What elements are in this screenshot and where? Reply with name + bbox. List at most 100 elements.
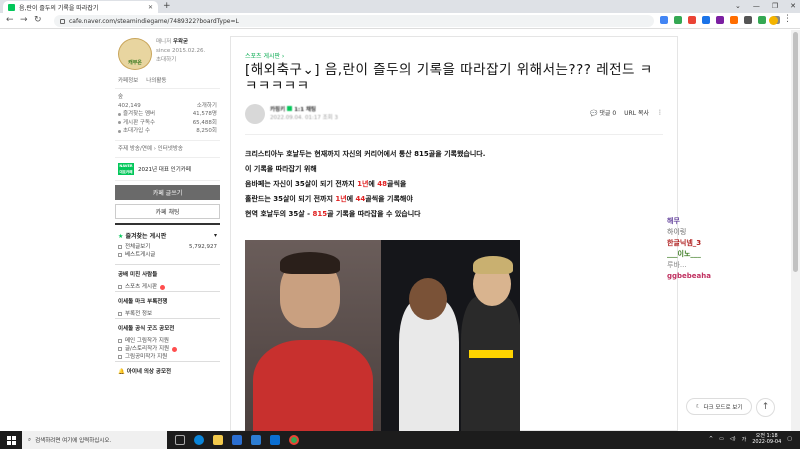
board-item[interactable]: 스포츠 게시판 — [115, 283, 220, 291]
extensions — [660, 16, 780, 24]
extension-icon[interactable] — [702, 16, 710, 24]
popular-cafe-badge: NAVER 대표카페 2021년 대표 인기카페 — [115, 158, 220, 181]
chevron-down-icon[interactable]: ▾ — [214, 232, 217, 239]
image-right-panel — [381, 240, 520, 431]
board-item[interactable]: 글/스토리작가 지원 — [115, 345, 220, 353]
board-icon — [118, 312, 122, 316]
mail-icon[interactable] — [270, 435, 280, 445]
my-points-label[interactable]: 소개하기 — [197, 102, 217, 111]
board-item[interactable]: 부록전 정보 — [115, 310, 220, 318]
image-shape — [461, 296, 520, 431]
cafe-logo[interactable]: 캐부온 — [118, 38, 152, 70]
extension-icon[interactable] — [716, 16, 724, 24]
my-activity-tab[interactable]: 나의활동 — [146, 76, 166, 84]
extension-icon[interactable] — [674, 16, 682, 24]
stat-value: 41,578명 — [192, 111, 217, 117]
writer-name[interactable]: 카핑키 — [270, 107, 285, 113]
chrome-icon[interactable] — [289, 435, 299, 445]
comment-button[interactable]: 💬 댓글 0 — [590, 108, 616, 117]
system-tray: ^ ▭ ◁) 가 오전 1:18 2022-09-04 ▢ — [709, 433, 792, 445]
profile-avatar[interactable] — [769, 16, 778, 25]
extension-icon[interactable] — [660, 16, 668, 24]
cafe-sidebar: 캐부온 매니저 우왁굳 since 2015.02.26. 초대하기 카페정보 … — [115, 36, 220, 380]
close-window-button[interactable]: ✕ — [790, 0, 796, 13]
article-container: 스포츠 게시판 › [해외축구⌄] 음,란이 즐두의 기록을 따라잡기 위해서는… — [230, 36, 678, 431]
board-item[interactable]: 전체글보기 5,792,927 — [115, 243, 220, 251]
url-copy-button[interactable]: URL 복사 — [624, 108, 649, 117]
forward-icon[interactable]: → — [20, 15, 28, 25]
cafe-info-tab[interactable]: 카페정보 — [118, 76, 138, 84]
url-bar[interactable]: cafe.naver.com/steamindiegame/7489322?bo… — [54, 15, 654, 27]
write-post-button[interactable]: 카페 글쓰기 — [115, 185, 220, 200]
chat-user: 하이링 — [667, 228, 687, 236]
avatar[interactable] — [245, 104, 265, 124]
highlight-text: 48 — [377, 180, 388, 188]
naver-favicon-icon — [8, 3, 15, 11]
edge-icon[interactable] — [194, 435, 204, 445]
board-item[interactable]: 메인 그림작가 지원 — [115, 337, 220, 345]
bell-icon: 🔔 — [118, 369, 125, 375]
dark-mode-button[interactable]: ☾ 다크 모드로 보기 — [686, 398, 752, 415]
paragraph-text: 골 기록을 따라잡을 수 있습니다 — [327, 210, 421, 218]
clock[interactable]: 오전 1:18 2022-09-04 — [752, 433, 781, 445]
chat-user: ___이노___ — [667, 250, 701, 258]
extension-icon[interactable] — [744, 16, 752, 24]
taskbar-search[interactable]: ⌕ 검색하려면 여기에 입력하십시오. — [22, 431, 167, 449]
extension-icon[interactable] — [730, 16, 738, 24]
board-link[interactable]: 스포츠 게시판 › — [245, 51, 663, 60]
minimize-button[interactable]: — — [753, 0, 760, 13]
moon-icon: ☾ — [695, 403, 701, 410]
stat-label: 즐겨찾는 멤버 — [123, 111, 156, 117]
back-icon[interactable]: ← — [6, 15, 14, 25]
chevron-up-icon[interactable]: ^ — [709, 436, 713, 442]
new-tab-button[interactable]: + — [163, 1, 171, 11]
fav-boards-label: 즐겨찾는 게시판 — [125, 233, 167, 240]
board-label: 스포츠 게시판 — [125, 284, 158, 290]
store-icon[interactable] — [232, 435, 242, 445]
cafe-chat-button[interactable]: 카페 채팅 — [115, 204, 220, 219]
cafe-topic[interactable]: 주제 방송/연예 › 인터넷방송 — [115, 141, 220, 158]
tab-title: 음,란이 즐두의 기록을 따라잡기 — [19, 4, 99, 12]
board-item[interactable]: 베스트게시글 — [115, 251, 220, 259]
chat-link[interactable]: 1:1 채팅 — [294, 107, 316, 113]
reload-icon[interactable]: ↻ — [34, 15, 42, 25]
board-label: 전체글보기 — [125, 244, 151, 250]
vscode-icon[interactable] — [251, 435, 261, 445]
invite-link[interactable]: 초대하기 — [156, 56, 205, 65]
more-icon[interactable]: ⋮ — [657, 109, 663, 116]
scrollbar[interactable] — [791, 30, 800, 431]
scrollbar-thumb[interactable] — [793, 32, 798, 272]
fav-boards-header[interactable]: ★ 즐겨찾는 게시판 ▾ — [115, 223, 220, 243]
task-view-icon[interactable] — [175, 435, 185, 445]
chat-user: ggbebeaha — [667, 272, 711, 280]
stat-value: 8,250회 — [196, 128, 217, 134]
chat-user: 루바... — [667, 261, 687, 269]
cafe-since: since 2015.02.26. — [156, 48, 206, 54]
folder-icon[interactable] — [213, 435, 223, 445]
close-tab-icon[interactable]: ✕ — [148, 4, 153, 11]
my-name: 숲 — [118, 94, 124, 100]
volume-icon[interactable]: ◁) — [730, 436, 736, 442]
lock-icon — [60, 18, 65, 24]
notification-icon[interactable]: ▢ — [787, 436, 792, 442]
manager-name[interactable]: 우왁굳 — [173, 39, 188, 45]
article-paragraph: 음바페는 자신이 35살이 되기 전까지 1년에 48골씩을 — [245, 177, 663, 192]
paragraph-text: 현역 호날두의 35살 - — [245, 210, 313, 218]
kebab-menu-icon[interactable]: ⋮ — [783, 14, 792, 24]
chevron-down-icon[interactable]: ⌄ — [735, 0, 741, 13]
ime-indicator[interactable]: 가 — [742, 436, 747, 443]
extension-icon[interactable] — [758, 16, 766, 24]
board-icon — [118, 355, 122, 359]
article-image[interactable] — [245, 240, 520, 431]
browser-tab[interactable]: 음,란이 즐두의 기록을 따라잡기 ✕ — [3, 1, 158, 13]
board-item[interactable]: 그림공미작가 지원 — [115, 353, 220, 361]
extension-icon[interactable] — [688, 16, 696, 24]
board-section-label: 아이네 의상 공모전 — [126, 369, 172, 375]
maximize-button[interactable]: ❐ — [772, 0, 778, 13]
image-shape — [409, 278, 447, 320]
board-label: 부록전 정보 — [125, 311, 153, 317]
network-icon[interactable]: ▭ — [719, 436, 724, 442]
scroll-top-button[interactable]: ↑ — [756, 398, 775, 417]
board-icon — [118, 339, 122, 343]
start-button[interactable] — [0, 435, 22, 445]
